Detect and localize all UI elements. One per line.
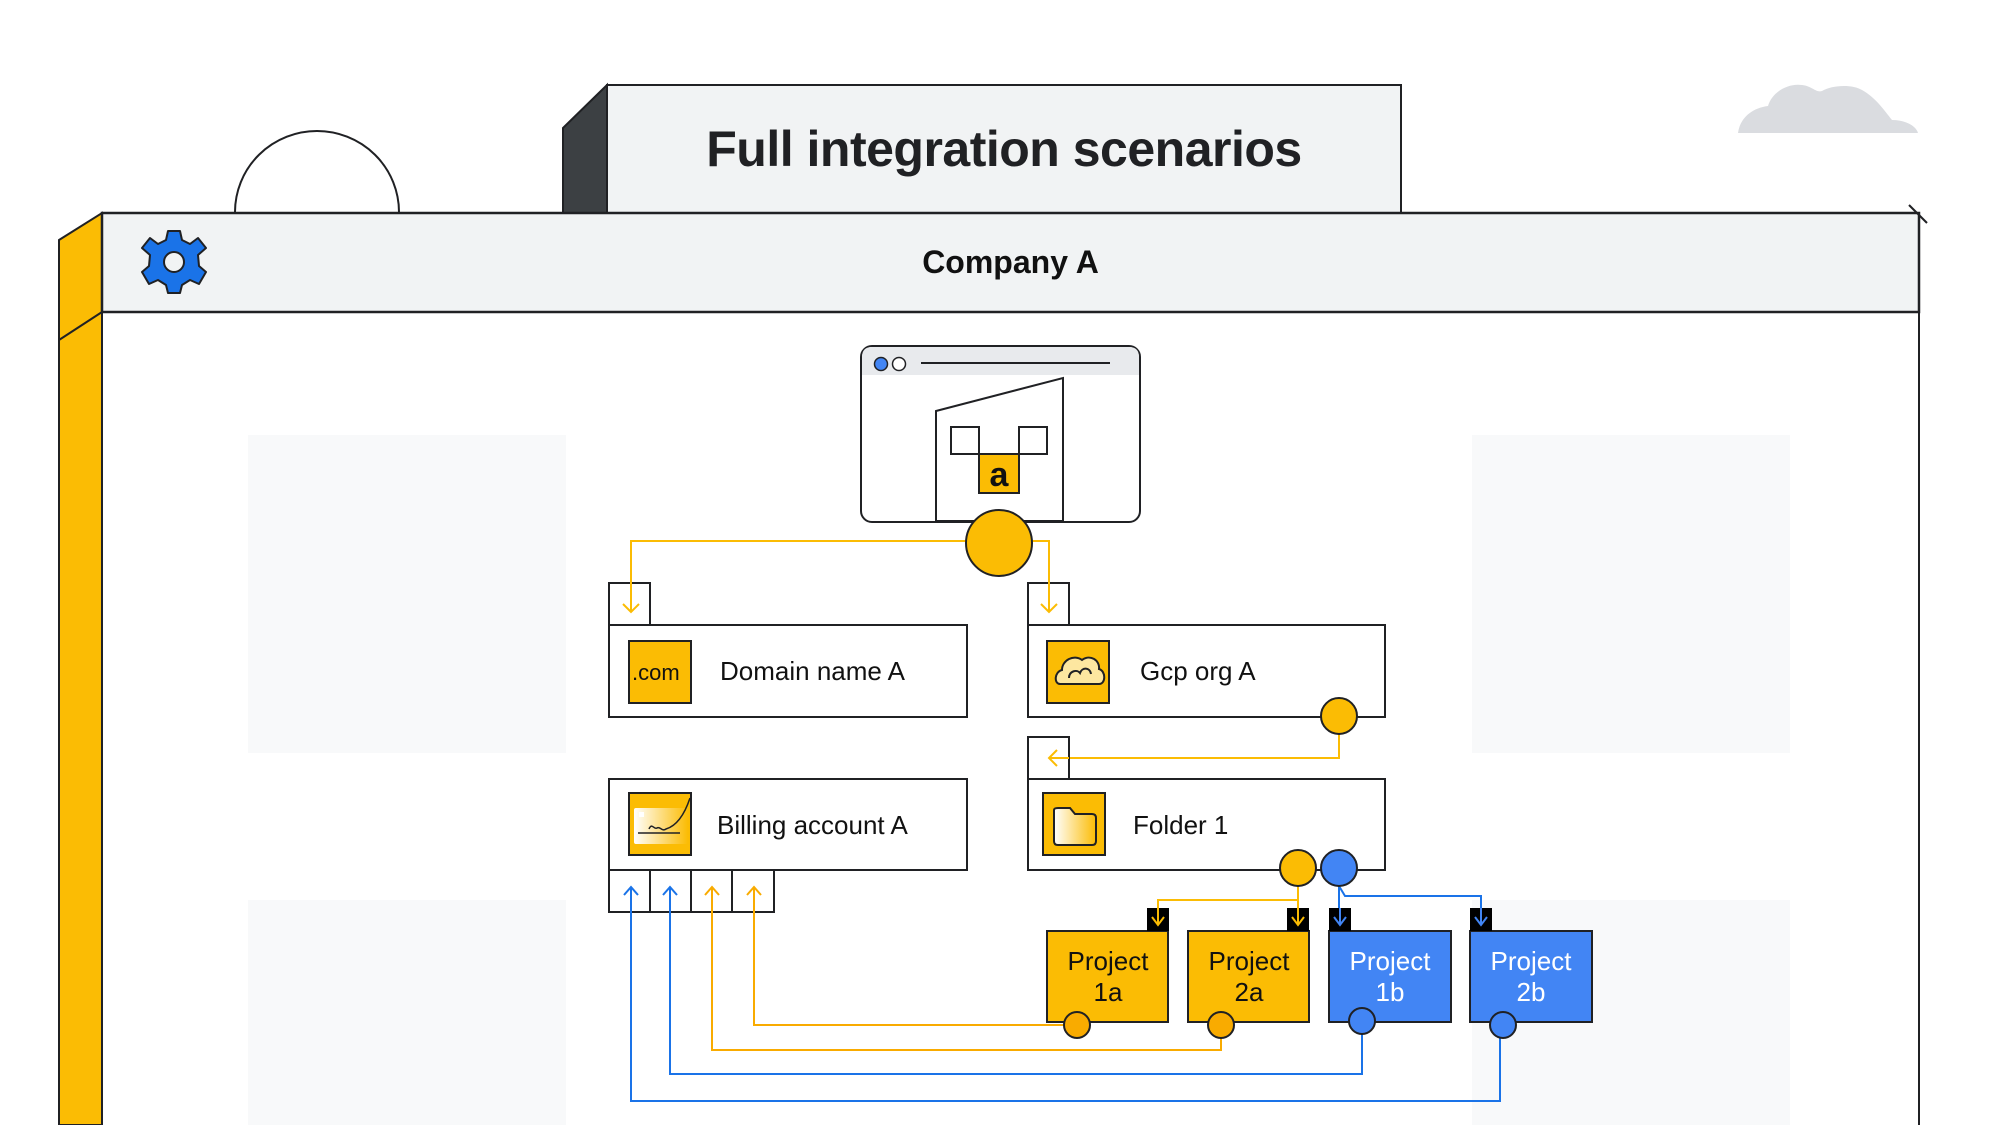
folder-circle-yellow[interactable] <box>1279 849 1317 887</box>
page-title: Full integration scenarios <box>706 121 1302 177</box>
gcp-org-label: Gcp org A <box>1140 656 1256 686</box>
folder-icon <box>1053 807 1097 846</box>
semicircle-decoration <box>234 130 400 213</box>
bg-tile <box>1472 435 1790 753</box>
cloud-decoration <box>1738 84 1918 133</box>
bg-tile <box>248 900 566 1125</box>
project-label-line2: 2a <box>1234 977 1264 1007</box>
domain-label: Domain name A <box>720 656 905 686</box>
company-browser-window <box>860 345 1141 523</box>
project-label-line1: Project <box>1349 946 1431 976</box>
company-name: Company A <box>922 244 1099 280</box>
project-2a-label: Project 2a <box>1188 946 1310 1008</box>
folder-label: Folder 1 <box>1133 810 1229 840</box>
project-2b-label: Project 2b <box>1470 946 1592 1008</box>
domain-icon-text: .com <box>632 660 680 685</box>
project-label-line1: Project <box>1067 946 1149 976</box>
project-1b-label: Project 1b <box>1329 946 1451 1008</box>
billing-label: Billing account A <box>717 810 908 840</box>
window-dot-blue <box>873 356 889 372</box>
project-label-line1: Project <box>1490 946 1572 976</box>
project-label-line1: Project <box>1208 946 1290 976</box>
project-1a-label: Project 1a <box>1047 946 1169 1008</box>
project-label-line2: 1a <box>1093 977 1123 1007</box>
window-dot-white <box>891 356 907 372</box>
gcp-org-circle[interactable] <box>1320 697 1358 735</box>
project-label-line2: 2b <box>1516 977 1546 1007</box>
logo-letter: a <box>990 456 1010 494</box>
bg-tile <box>248 435 566 753</box>
company-node-circle[interactable] <box>965 509 1033 577</box>
folder-circle-blue[interactable] <box>1320 849 1358 887</box>
project-label-line2: 1b <box>1375 977 1405 1007</box>
